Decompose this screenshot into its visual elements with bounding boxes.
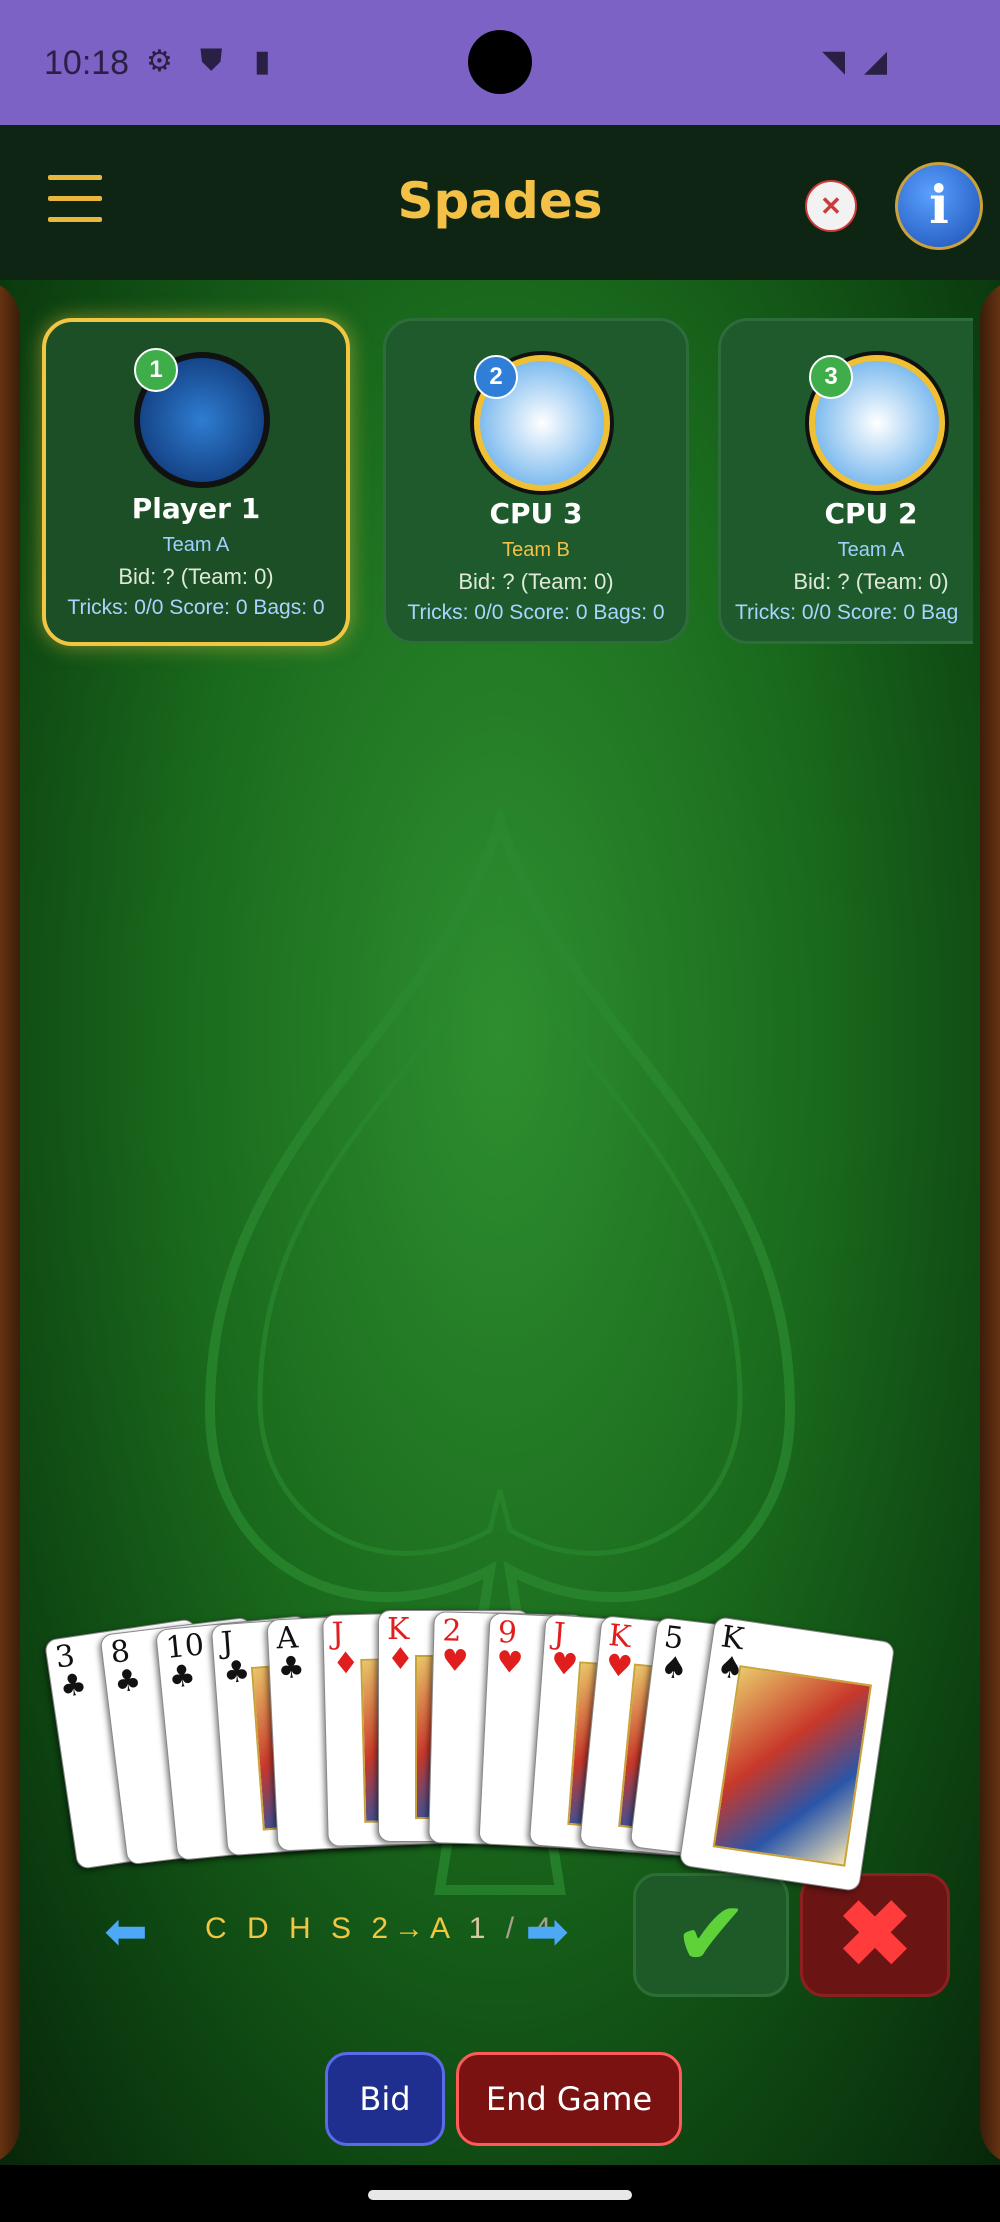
- camera-cutout: [468, 30, 532, 94]
- arrow-right-icon: ➡: [525, 1903, 569, 1961]
- player-number-badge: 3: [809, 355, 853, 399]
- player-team: Team A: [837, 539, 905, 561]
- card-suit-icon: ♥: [441, 1643, 469, 1680]
- player-hand: 3 ♣ 8 ♣ 10 ♣ J ♣ A ♣ J ♦ K ♦ 2 ♥ 9 ♥ J ♥ K ♥ 5 ♠ K ♠: [43, 1590, 950, 1892]
- player-stats: Tricks: 0/0 Score: 0 Bags: 0: [407, 601, 665, 624]
- player-team: Team B: [502, 539, 570, 561]
- cancel-button[interactable]: ✖: [800, 1873, 950, 1997]
- card-suit-icon: ♥: [549, 1646, 580, 1684]
- player-stats: Tricks: 0/0 Score: 0 Bags: 0: [67, 596, 325, 619]
- arrow-left-icon: ⬅: [104, 1903, 148, 1961]
- card-suit-icon: ♣: [222, 1654, 252, 1692]
- info-icon: i: [929, 175, 949, 236]
- card-rank: 2: [441, 1613, 462, 1649]
- player-stats: Tricks: 0/0 Score: 0 Bag: [735, 601, 959, 624]
- sort-order: C D H S 2→A: [205, 1912, 455, 1945]
- check-icon: ✔: [673, 1885, 749, 1985]
- player-card-3[interactable]: 3 CPU 2 Team A Bid: ? (Team: 0) Tricks: …: [718, 318, 973, 644]
- end-game-button[interactable]: End Game: [456, 2052, 682, 2146]
- settings-icon: ⚙: [146, 45, 173, 78]
- card-suit-icon: ♣: [57, 1666, 90, 1706]
- player-card-1[interactable]: 1 Player 1 Team A Bid: ? (Team: 0) Trick…: [42, 318, 350, 646]
- card-suit-icon: ♥: [495, 1644, 525, 1682]
- card-suit-icon: ♣: [112, 1662, 144, 1701]
- player-bid: Bid: ? (Team: 0): [458, 569, 614, 594]
- table-rail-right: [980, 280, 1000, 2165]
- card-suit-icon: ♠: [658, 1649, 690, 1688]
- player-name: Player 1: [131, 492, 261, 525]
- player-number-badge: 1: [134, 348, 178, 392]
- sort-label: C D H S 2→A 1 / 4: [205, 1912, 557, 1946]
- sort-page: 1: [468, 1912, 492, 1945]
- bid-button[interactable]: Bid: [325, 2052, 445, 2146]
- card-rank: K: [387, 1612, 410, 1647]
- player-bid: Bid: ? (Team: 0): [118, 564, 274, 589]
- home-handle[interactable]: [368, 2190, 632, 2200]
- card-rank: J: [331, 1616, 345, 1652]
- player-name: CPU 3: [489, 497, 583, 530]
- wifi-icon: ◥: [822, 45, 846, 78]
- signal-icon: ◢: [864, 45, 888, 78]
- sort-prev-button[interactable]: ⬅: [96, 1906, 156, 1958]
- player-name: CPU 2: [824, 497, 918, 530]
- card-face-art: [712, 1665, 873, 1867]
- player-number-badge: 2: [474, 355, 518, 399]
- card-suit-icon: ♦: [331, 1646, 360, 1682]
- mute-button[interactable]: ✕: [805, 180, 857, 232]
- card-suit-icon: ♥: [604, 1647, 635, 1686]
- sd-card-icon: ▮: [254, 45, 271, 78]
- x-icon: ✖: [837, 1885, 913, 1985]
- card-suit-icon: ♣: [167, 1658, 198, 1696]
- confirm-button[interactable]: ✔: [633, 1873, 789, 1997]
- speaker-muted-icon: ✕: [820, 190, 842, 221]
- table-rail-left: [0, 280, 20, 2165]
- shield-icon: ⛊: [200, 44, 223, 77]
- hand-card[interactable]: K ♠: [678, 1616, 896, 1892]
- sort-next-button[interactable]: ➡: [517, 1906, 577, 1958]
- status-time: 10:18: [44, 44, 130, 82]
- player-team: Team A: [162, 534, 230, 556]
- player-bid: Bid: ? (Team: 0): [793, 569, 949, 594]
- player-card-2[interactable]: 2 CPU 3 Team B Bid: ? (Team: 0) Tricks: …: [383, 318, 689, 644]
- info-button[interactable]: i: [895, 162, 983, 250]
- card-suit-icon: ♣: [276, 1650, 306, 1687]
- card-suit-icon: ♦: [387, 1642, 414, 1677]
